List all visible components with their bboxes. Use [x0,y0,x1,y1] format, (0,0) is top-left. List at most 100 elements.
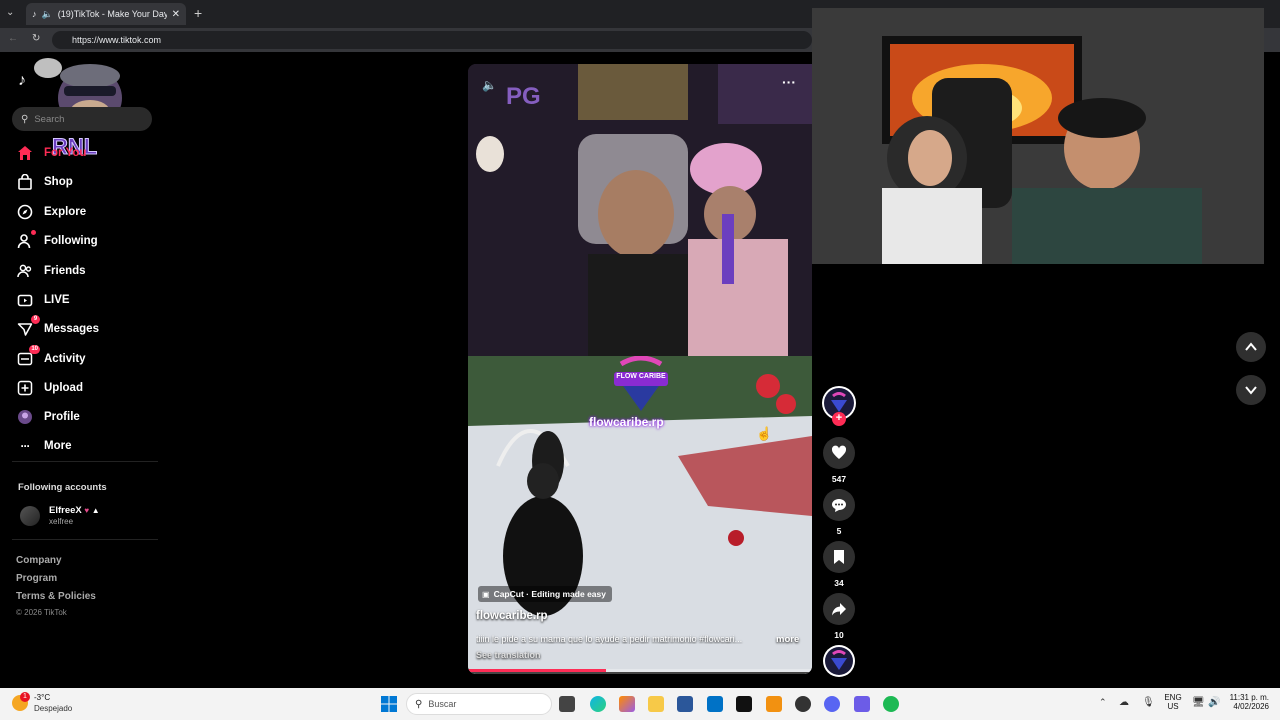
sidebar-item-label: Friends [44,265,86,277]
previous-video-button[interactable] [1236,332,1266,362]
url-field[interactable]: https://www.tiktok.com [52,31,812,49]
sidebar-item-shop[interactable]: Shop [16,171,73,193]
cloud-icon[interactable]: ☁ [1119,697,1129,708]
heart-icon [831,445,847,459]
avatar [20,506,40,526]
sidebar-item-label: Activity [44,353,86,365]
account-handle: xelfree [49,517,74,526]
search-input[interactable]: Search [34,114,64,125]
back-icon[interactable]: ← [8,33,18,44]
video-player[interactable]: PG 🔈 ··· [468,64,812,356]
file-explorer-icon[interactable] [648,696,664,712]
like-button[interactable] [823,437,855,469]
account-name-row: ElfreeX ♥ ▲ [49,505,100,516]
discord-icon[interactable] [824,696,840,712]
tab-list-icon[interactable]: ⌄ [6,7,20,21]
divider [12,461,158,462]
sidebar-item-explore[interactable]: Explore [16,201,86,223]
chevron-up-icon [1245,342,1257,351]
sidebar-item-activity[interactable]: 10 Activity [16,345,86,370]
sidebar-item-friends[interactable]: Friends [16,260,86,282]
following-icon [16,230,36,250]
share-button[interactable] [823,593,855,625]
follow-plus-button[interactable]: + [832,412,846,426]
vlc-icon[interactable] [766,696,782,712]
heart-emoji-icon: ♥ [84,506,90,515]
footer-company-link[interactable]: Company [16,555,62,566]
save-count: 34 [834,578,844,588]
see-translation-link[interactable]: See translation [476,650,541,660]
shop-icon [16,173,34,191]
video-player-bottom[interactable]: FLOW CARIBE flowcaribe.rp ▣ CapCut · Edi… [468,356,812,674]
video-author[interactable]: flowcaribe.rp [476,610,548,622]
profile-avatar-icon [16,408,34,426]
save-button[interactable] [823,541,855,573]
sidebar-item-label: For You [44,147,87,159]
footer-program-link[interactable]: Program [16,573,57,584]
obs-icon[interactable] [795,696,811,712]
sidebar-item-messages[interactable]: 9 Messages [16,315,99,340]
following-account-item[interactable]: ElfreeX ♥ ▲ xelfree [18,504,158,528]
video-caption: tiiin le pide a su mama que lo ayude a p… [476,634,743,644]
bookmark-icon [834,550,844,564]
taskbar-search-input[interactable]: Buscar [428,699,456,709]
tiktok-favicon-icon: ♪ [32,9,37,19]
taskbar-search[interactable]: ⚲ Buscar [406,693,552,715]
comment-button[interactable] [823,489,855,521]
language-code: ENG [1164,693,1182,702]
sidebar-item-more[interactable]: ··· More [16,435,72,457]
progress-bar-fill [468,669,606,672]
volume-icon[interactable]: 🔊 [1208,697,1220,708]
search-box[interactable]: ⚲ Search [12,107,152,131]
progress-bar[interactable] [468,669,812,672]
microphone-icon[interactable]: 🎙 [1142,697,1155,708]
spotify-icon[interactable] [883,696,899,712]
sidebar: ♪ RNL ⚲ Search For You Shop Explore Foll… [0,52,165,688]
tab-title: (19)TikTok - Make Your Day [57,9,167,19]
speaker-icon[interactable]: 🔈 [42,9,53,20]
language-indicator[interactable]: ENG US [1164,693,1182,711]
sidebar-item-label: Profile [44,411,80,423]
network-icon[interactable]: 🖥 [1192,697,1205,708]
windows-start-icon[interactable] [381,696,397,712]
share-count: 10 [834,630,844,640]
task-view-icon[interactable] [559,696,575,712]
close-tab-icon[interactable]: ✕ [172,9,180,20]
footer-terms-link[interactable]: Terms & Policies [16,591,96,602]
mute-icon[interactable]: 🔈 [482,78,497,92]
sidebar-item-profile[interactable]: Profile [16,406,80,428]
chevron-up-icon[interactable]: ⌃ [1099,697,1107,708]
clock[interactable]: 11:31 p. m. 4/02/2026 [1225,693,1269,711]
sidebar-item-label: Explore [44,206,87,218]
sound-disc-icon[interactable] [823,645,855,677]
sponsor-tag[interactable]: ▣ CapCut · Editing made easy [478,586,612,602]
activity-badge: 10 [29,345,40,354]
sidebar-item-for-you[interactable]: For You [16,142,86,164]
sidebar-item-label: Following [44,235,98,247]
sidebar-item-following[interactable]: Following [16,230,98,252]
upload-icon [16,379,34,397]
app-grid-icon[interactable] [854,696,870,712]
messages-icon: 9 [16,315,40,338]
video-options-icon[interactable]: ··· [782,74,796,90]
weather-condition: Despejado [34,704,73,713]
outlook-icon[interactable] [707,696,723,712]
next-video-button[interactable] [1236,375,1266,405]
temperature: -3°C [34,693,51,702]
store-icon[interactable] [677,696,693,712]
sidebar-item-upload[interactable]: Upload [16,377,83,399]
reload-icon[interactable]: ↻ [32,33,40,44]
browser-tab[interactable]: ♪ 🔈 (19)TikTok - Make Your Day ✕ [26,3,186,25]
tiktok-app-icon[interactable] [736,696,752,712]
edge-browser-icon[interactable] [590,696,606,712]
sidebar-item-label: Messages [44,323,99,335]
sidebar-item-live[interactable]: LIVE [16,289,70,311]
new-tab-icon[interactable]: + [194,5,202,21]
more-caption-link[interactable]: more [776,634,799,645]
sidebar-item-label: Upload [44,382,83,394]
flow-caribe-logo: FLOW CARIBE [606,356,676,414]
capcut-icon: ▣ [482,589,490,599]
copilot-icon[interactable] [619,696,635,712]
sidebar-item-label: More [44,440,72,452]
more-icon: ··· [20,439,31,453]
